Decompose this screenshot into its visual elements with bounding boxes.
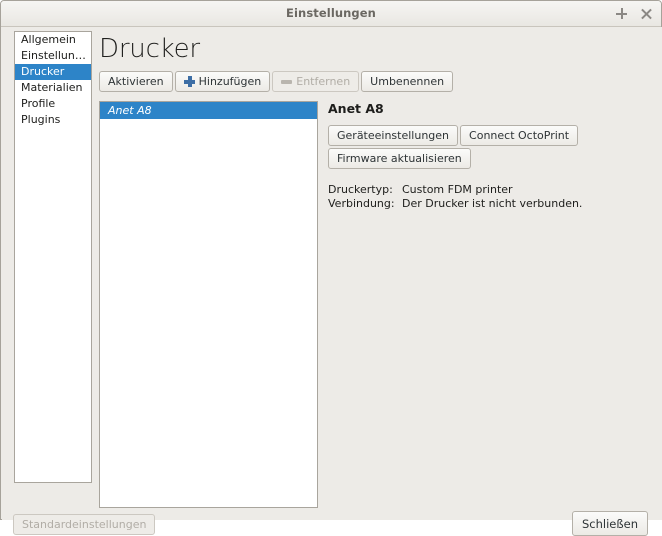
activate-button-label: Aktivieren: [108, 75, 164, 88]
add-button[interactable]: Hinzufügen: [174, 71, 271, 92]
info-row-printer-type: Druckertyp: Custom FDM printer: [328, 183, 648, 197]
sidebar-item-materialien[interactable]: Materialien: [15, 80, 91, 96]
remove-button: Entfernen: [272, 71, 360, 92]
connect-octoprint-label: Connect OctoPrint: [469, 129, 570, 142]
connection-value: Der Drucker ist nicht verbunden.: [402, 197, 583, 210]
restore-defaults-button: Standardeinstellungen: [13, 514, 156, 535]
detail-button-row-2: Firmware aktualisieren: [328, 148, 648, 169]
sidebar-item-allgemein[interactable]: Allgemein: [15, 32, 91, 48]
page-title: Drucker: [99, 34, 200, 64]
printer-name-heading: Anet A8: [328, 101, 384, 116]
activate-button[interactable]: Aktivieren: [99, 71, 173, 92]
machine-settings-label: Geräteeinstellungen: [337, 129, 450, 142]
close-icon[interactable]: [640, 7, 653, 20]
printer-list[interactable]: Anet A8: [99, 101, 318, 508]
dialog-footer: Standardeinstellungen Schließen: [2, 488, 662, 536]
plus-icon: [183, 76, 195, 87]
minus-icon: [281, 76, 293, 87]
printer-detail-panel: Anet A8 Geräteeinstellungen Connect Octo…: [328, 101, 648, 211]
connection-label: Verbindung:: [328, 197, 395, 210]
printer-info: Druckertyp: Custom FDM printer Verbindun…: [328, 183, 648, 211]
update-firmware-label: Firmware aktualisieren: [337, 152, 462, 165]
rename-button[interactable]: Umbenennen: [361, 71, 454, 92]
window-title: Einstellungen: [286, 6, 376, 20]
close-button-label: Schließen: [582, 516, 638, 531]
list-item[interactable]: Anet A8: [100, 102, 317, 119]
title-bar: Einstellungen: [1, 1, 661, 27]
settings-sidebar[interactable]: Allgemein Einstellun… Drucker Materialie…: [14, 31, 92, 483]
settings-window: Einstellungen Allgemein Einstellun… Druc…: [0, 0, 662, 536]
maximize-icon[interactable]: [615, 7, 628, 20]
printer-type-value: Custom FDM printer: [402, 183, 513, 196]
detail-button-row-1: Geräteeinstellungen Connect OctoPrint: [328, 125, 648, 146]
window-controls: [615, 1, 653, 26]
remove-button-label: Entfernen: [296, 75, 351, 88]
sidebar-item-profile[interactable]: Profile: [15, 96, 91, 112]
connect-octoprint-button[interactable]: Connect OctoPrint: [460, 125, 579, 146]
printer-toolbar: Aktivieren Hinzufügen Entfernen Umbenenn…: [99, 71, 454, 92]
window-content: Allgemein Einstellun… Drucker Materialie…: [2, 27, 662, 536]
add-button-label: Hinzufügen: [198, 75, 262, 88]
rename-button-label: Umbenennen: [370, 75, 445, 88]
update-firmware-button[interactable]: Firmware aktualisieren: [328, 148, 471, 169]
sidebar-item-drucker[interactable]: Drucker: [15, 64, 91, 80]
info-row-connection: Verbindung: Der Drucker ist nicht verbun…: [328, 197, 648, 211]
sidebar-item-plugins[interactable]: Plugins: [15, 112, 91, 128]
sidebar-item-einstellungen[interactable]: Einstellun…: [15, 48, 91, 64]
close-button[interactable]: Schließen: [572, 511, 648, 536]
printer-type-label: Druckertyp:: [328, 183, 393, 196]
machine-settings-button[interactable]: Geräteeinstellungen: [328, 125, 459, 146]
